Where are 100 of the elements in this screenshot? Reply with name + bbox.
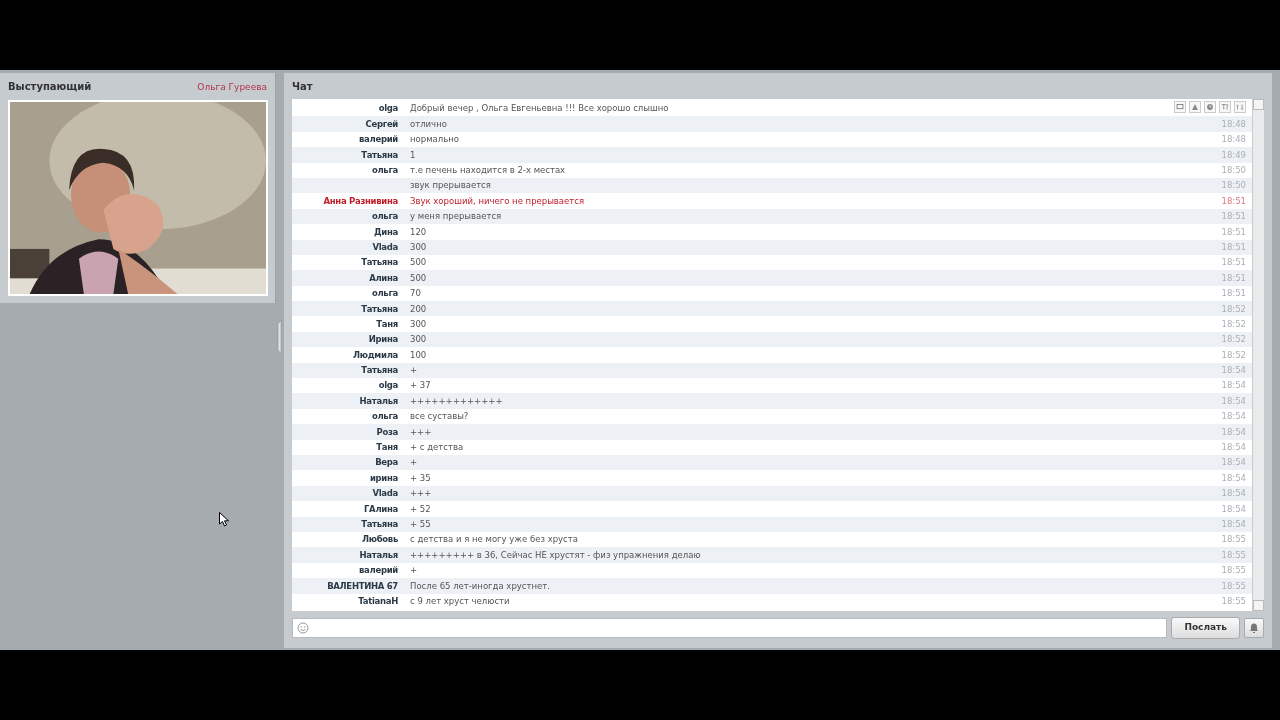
message-author: Наталья <box>359 549 398 560</box>
message-text: 300 <box>410 241 427 252</box>
message-text: Добрый вечер , Ольга Евгеньевна !!! Все хорошо слышно <box>410 103 669 114</box>
message-time: 18:50 <box>1221 181 1246 190</box>
message-time: 18:48 <box>1221 119 1246 129</box>
message-text: 200 <box>410 303 427 314</box>
message-author: Вера <box>375 457 398 468</box>
message-time: 18:54 <box>1221 504 1246 514</box>
presenter-name: Ольга Гуреева <box>197 81 267 94</box>
message-author: Vlada <box>372 241 398 252</box>
message-text: с детства и я не могу уже без хруста <box>410 534 578 545</box>
message-text: отлично <box>410 118 447 129</box>
scrollbar[interactable] <box>1252 99 1264 611</box>
message-text: Звук хороший, ничего не прерывается <box>410 195 585 206</box>
message-author: Любовь <box>361 534 398 545</box>
message-text: все суставы? <box>410 411 469 422</box>
message-time: 18:54 <box>1221 412 1246 421</box>
message-time: 18:51 <box>1221 258 1246 267</box>
bell-icon <box>1248 621 1260 634</box>
message-time: 18:55 <box>1221 596 1246 606</box>
panel-collapse-handle[interactable] <box>277 320 282 354</box>
message-author: ольга <box>371 165 398 175</box>
message-author: Дина <box>374 226 398 237</box>
message-author: Vlada <box>372 488 398 499</box>
warning-icon[interactable] <box>1189 101 1201 113</box>
screen-icon[interactable] <box>1174 101 1186 113</box>
message-text: 300 <box>410 318 427 329</box>
panel-title: Чат <box>292 80 314 94</box>
message-text: 500 <box>410 257 427 268</box>
message-text: +++ <box>410 426 432 437</box>
message-text: т.е печень находится в 2-х местах <box>410 165 566 175</box>
message-author: ГАлина <box>364 503 398 514</box>
font-size-icon[interactable] <box>1234 101 1246 113</box>
message-time: 18:51 <box>1221 227 1246 237</box>
message-time: 18:49 <box>1221 150 1246 160</box>
message-time: 18:55 <box>1221 550 1246 560</box>
message-author: Татьяна <box>361 519 398 529</box>
message-author: Татьяна <box>361 303 398 314</box>
message-time: 18:50 <box>1221 166 1246 175</box>
message-time: 18:51 <box>1221 196 1246 206</box>
message-text: 100 <box>410 349 427 360</box>
message-time: 18:54 <box>1221 443 1246 452</box>
message-author: Сергей <box>365 118 398 129</box>
message-time: 18:54 <box>1221 427 1246 437</box>
message-time: 18:51 <box>1221 242 1246 252</box>
bell-button[interactable] <box>1244 617 1264 638</box>
message-time: 18:51 <box>1221 273 1246 283</box>
message-time: 18:54 <box>1221 489 1246 498</box>
message-author: Таня <box>376 442 398 453</box>
message-time: 18:54 <box>1221 366 1246 375</box>
message-input[interactable] <box>292 617 1168 638</box>
message-author: валерий <box>359 134 398 145</box>
message-text: После 65 лет-иногда хрустнет. <box>410 580 550 591</box>
message-text: нормально <box>410 134 459 145</box>
message-author: Ирина <box>368 334 398 345</box>
message-text: + <box>410 365 418 376</box>
message-text: + 55 <box>410 519 431 529</box>
message-text: 300 <box>410 334 427 345</box>
message-author: Татьяна <box>361 365 398 376</box>
message-author: ольга <box>371 288 398 299</box>
message-author: Татьяна <box>361 149 398 160</box>
message-time: 18:55 <box>1221 535 1246 544</box>
message-time: 18:54 <box>1221 458 1246 467</box>
smiley-icon[interactable] <box>297 621 309 634</box>
message-author: ольга <box>371 211 398 222</box>
send-button[interactable]: Послать <box>1171 617 1240 639</box>
message-time: 18:54 <box>1221 473 1246 483</box>
message-time: 18:54 <box>1221 381 1246 390</box>
message-author: валерий <box>359 565 398 576</box>
message-time: 18:54 <box>1221 520 1246 529</box>
message-author: ВАЛЕНТИНА 67 <box>327 580 398 591</box>
panel-title: Выступающий <box>8 80 92 94</box>
message-author: Таня <box>376 318 398 329</box>
message-time: 18:51 <box>1221 212 1246 221</box>
message-author: TatianaH <box>358 595 398 606</box>
message-text: 120 <box>410 226 427 237</box>
message-time: 18:52 <box>1221 304 1246 313</box>
message-text: + 35 <box>410 472 431 483</box>
message-text: + с детства <box>410 442 464 453</box>
message-author: ирина <box>369 472 398 483</box>
message-text: 1 <box>410 149 416 160</box>
clock-icon[interactable] <box>1204 101 1216 113</box>
message-author: Роза <box>376 426 398 437</box>
message-author: Алина <box>369 272 398 283</box>
message-text: + 52 <box>410 503 431 514</box>
message-time: 18:55 <box>1221 581 1246 591</box>
message-time: 18:52 <box>1221 335 1246 344</box>
message-author: olga <box>378 380 398 391</box>
message-author: ольга <box>371 411 398 422</box>
message-text: 70 <box>410 288 421 299</box>
message-text: у меня прерывается <box>410 211 502 222</box>
message-text: + <box>410 457 418 468</box>
message-author: olga <box>378 103 398 114</box>
message-time: 18:48 <box>1221 135 1246 144</box>
message-author: Татьяна <box>361 257 398 268</box>
message-time: 18:52 <box>1221 319 1246 329</box>
message-author: Наталья <box>359 395 398 406</box>
font-size-icon[interactable] <box>1219 101 1231 113</box>
message-text: с 9 лет хруст челюсти <box>410 595 510 606</box>
message-author: Анна Разнивина <box>323 195 398 206</box>
